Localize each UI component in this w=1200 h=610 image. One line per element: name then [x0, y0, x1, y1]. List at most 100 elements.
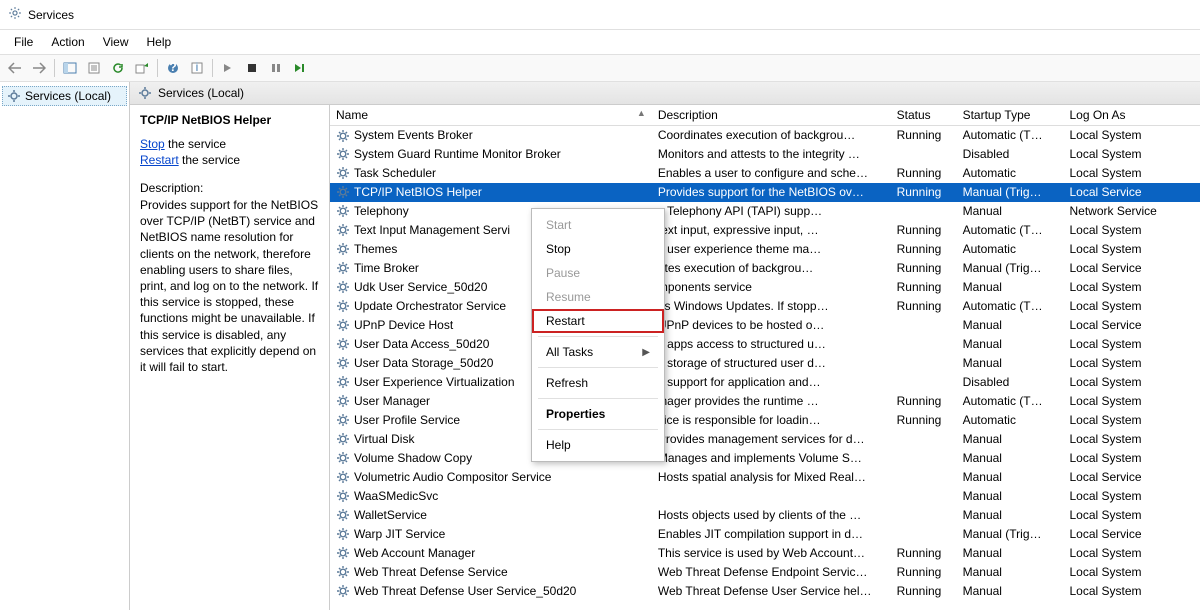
col-description[interactable]: Description	[652, 105, 891, 126]
menu-bar: File Action View Help	[0, 30, 1200, 54]
table-row[interactable]: Udk User Service_50d20mponents serviceRu…	[330, 278, 1200, 297]
ctx-all-tasks[interactable]: All Tasks▶	[532, 340, 664, 364]
table-row[interactable]: Time Brokerates execution of backgrou…Ru…	[330, 259, 1200, 278]
gear-icon	[336, 584, 350, 598]
tree-item-services-local[interactable]: Services (Local)	[2, 86, 127, 106]
pane-title-bar: Services (Local)	[130, 82, 1200, 105]
gear-icon	[336, 413, 350, 427]
table-row[interactable]: User Experience Virtualizations support …	[330, 373, 1200, 392]
ctx-stop[interactable]: Stop	[532, 237, 664, 261]
col-startup[interactable]: Startup Type	[957, 105, 1064, 126]
gear-icon	[336, 432, 350, 446]
stop-service-line: Stop the service	[140, 137, 319, 151]
menu-file[interactable]: File	[6, 33, 41, 51]
selected-service-name: TCP/IP NetBIOS Helper	[140, 113, 319, 127]
table-row[interactable]: WalletServiceHosts objects used by clien…	[330, 506, 1200, 525]
col-status[interactable]: Status	[891, 105, 957, 126]
table-row[interactable]: Volumetric Audio Compositor ServiceHosts…	[330, 468, 1200, 487]
gear-icon	[8, 6, 22, 23]
restart-service-line: Restart the service	[140, 153, 319, 167]
table-row[interactable]: User Managerinager provides the runtime …	[330, 392, 1200, 411]
forward-button[interactable]	[28, 57, 50, 79]
table-row[interactable]: Volume Shadow CopyManages and implements…	[330, 449, 1200, 468]
tree-item-label: Services (Local)	[25, 89, 111, 103]
gear-icon	[336, 280, 350, 294]
table-row[interactable]: Telephonys Telephony API (TAPI) supp…Man…	[330, 202, 1200, 221]
gear-icon	[336, 337, 350, 351]
detail-pane: TCP/IP NetBIOS Helper Stop the service R…	[130, 105, 330, 610]
col-name[interactable]: Name▲	[330, 105, 652, 126]
ctx-properties[interactable]: Properties	[532, 402, 664, 426]
context-menu: Start Stop Pause Resume Restart All Task…	[531, 208, 665, 462]
svg-text:i: i	[196, 62, 199, 74]
chevron-right-icon: ▶	[642, 347, 650, 358]
ctx-restart[interactable]: Restart	[532, 309, 664, 333]
table-row[interactable]: UPnP Device HostUPnP devices to be hoste…	[330, 316, 1200, 335]
menu-action[interactable]: Action	[43, 33, 92, 51]
gear-icon	[336, 261, 350, 275]
service-list: Name▲ Description Status Startup Type Lo…	[330, 105, 1200, 610]
table-row[interactable]: Themess user experience theme ma…Running…	[330, 240, 1200, 259]
gear-icon	[336, 394, 350, 408]
back-button[interactable]	[4, 57, 26, 79]
description-label: Description:	[140, 181, 319, 195]
export-button[interactable]	[131, 57, 153, 79]
pane-title: Services (Local)	[158, 86, 244, 100]
refresh-button[interactable]	[107, 57, 129, 79]
gear-icon	[336, 242, 350, 256]
restart-service-button[interactable]	[289, 57, 311, 79]
restart-service-link[interactable]: Restart	[140, 153, 179, 167]
table-row[interactable]: User Profile Servicevice is responsible …	[330, 411, 1200, 430]
table-row[interactable]: Web Account ManagerThis service is used …	[330, 544, 1200, 563]
table-row[interactable]: System Guard Runtime Monitor BrokerMonit…	[330, 145, 1200, 164]
table-row[interactable]: Web Threat Defense ServiceWeb Threat Def…	[330, 563, 1200, 582]
title-bar: Services	[0, 0, 1200, 30]
ctx-refresh[interactable]: Refresh	[532, 371, 664, 395]
stop-service-button[interactable]	[241, 57, 263, 79]
menu-help[interactable]: Help	[139, 33, 180, 51]
table-row[interactable]: TCP/IP NetBIOS HelperProvides support fo…	[330, 183, 1200, 202]
gear-icon	[336, 356, 350, 370]
gear-icon	[336, 318, 350, 332]
table-row[interactable]: Virtual DiskProvides management services…	[330, 430, 1200, 449]
gear-icon	[336, 489, 350, 503]
gear-icon	[336, 508, 350, 522]
table-row[interactable]: System Events BrokerCoordinates executio…	[330, 126, 1200, 145]
stop-service-link[interactable]: Stop	[140, 137, 165, 151]
help-button[interactable]: ?	[162, 57, 184, 79]
properties-button[interactable]	[83, 57, 105, 79]
pause-service-button[interactable]	[265, 57, 287, 79]
ctx-help[interactable]: Help	[532, 433, 664, 457]
ctx-resume: Resume	[532, 285, 664, 309]
gear-icon	[336, 546, 350, 560]
table-row[interactable]: Web Threat Defense User Service_50d20Web…	[330, 582, 1200, 601]
gear-icon	[336, 185, 350, 199]
col-logon[interactable]: Log On As	[1063, 105, 1200, 126]
window-title: Services	[28, 8, 74, 22]
gear-icon	[336, 223, 350, 237]
table-row[interactable]: User Data Storage_50d20s storage of stru…	[330, 354, 1200, 373]
gear-icon	[336, 147, 350, 161]
help2-button[interactable]: i	[186, 57, 208, 79]
gear-icon	[336, 375, 350, 389]
gear-icon	[336, 166, 350, 180]
menu-view[interactable]: View	[95, 33, 137, 51]
ctx-pause: Pause	[532, 261, 664, 285]
start-service-button[interactable]	[217, 57, 239, 79]
gear-icon	[336, 527, 350, 541]
gear-icon	[336, 470, 350, 484]
table-row[interactable]: WaaSMedicSvcManualLocal System	[330, 487, 1200, 506]
gear-icon	[7, 89, 21, 103]
show-hide-tree-button[interactable]	[59, 57, 81, 79]
description-text: Provides support for the NetBIOS over TC…	[140, 197, 319, 375]
table-row[interactable]: Task SchedulerEnables a user to configur…	[330, 164, 1200, 183]
gear-icon	[336, 129, 350, 143]
table-row[interactable]: Text Input Management Servitext input, e…	[330, 221, 1200, 240]
table-row[interactable]: User Data Access_50d20s apps access to s…	[330, 335, 1200, 354]
gear-icon	[336, 299, 350, 313]
sort-asc-icon: ▲	[637, 108, 646, 118]
tree-pane: Services (Local)	[0, 82, 130, 610]
toolbar: ? i	[0, 54, 1200, 82]
table-row[interactable]: Update Orchestrator Servicees Windows Up…	[330, 297, 1200, 316]
table-row[interactable]: Warp JIT ServiceEnables JIT compilation …	[330, 525, 1200, 544]
